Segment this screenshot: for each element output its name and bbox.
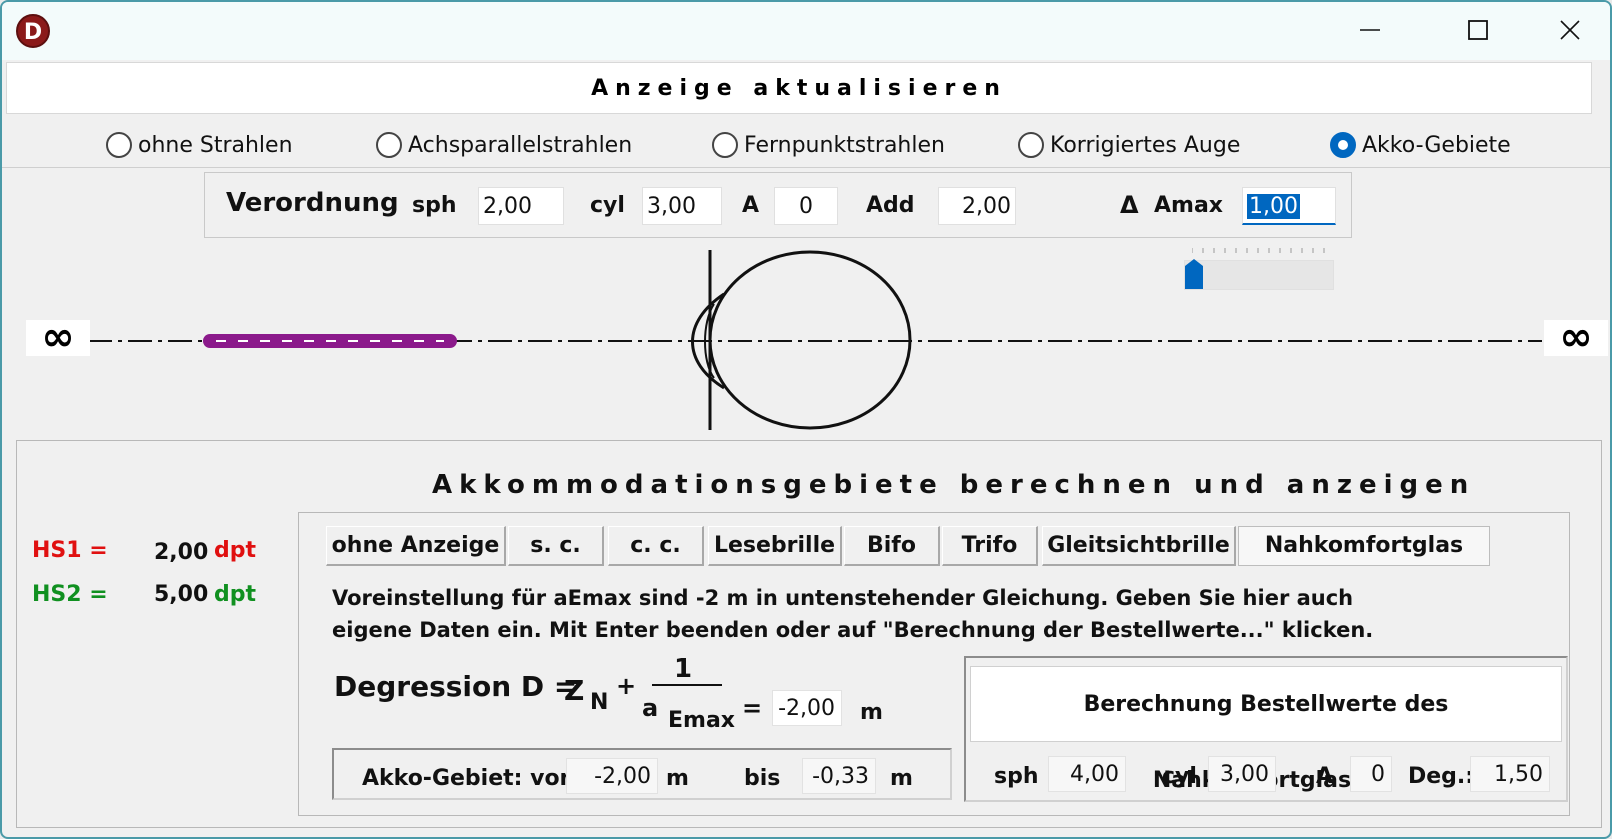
hs1-label: HS1 = xyxy=(32,538,108,563)
radio-label: ohne Strahlen xyxy=(138,132,293,158)
minimize-icon xyxy=(1360,29,1380,31)
radio-ohne-strahlen[interactable]: ohne Strahlen xyxy=(106,132,293,158)
akko-to-unit: m xyxy=(890,766,913,791)
radio-label: Fernpunktstrahlen xyxy=(744,132,945,158)
formula-z-subscript: N xyxy=(590,690,609,715)
close-button[interactable] xyxy=(1550,12,1590,48)
radio-circle-icon xyxy=(376,132,402,158)
app-logo-icon: D xyxy=(16,14,50,48)
application-window: D Anzeige aktualisieren ohne Strahlen Ac… xyxy=(0,0,1612,839)
update-display-button[interactable]: Anzeige aktualisieren xyxy=(6,62,1592,114)
akko-range-label: Akko-Gebiet: von xyxy=(362,766,576,791)
amax-selected-text: 1,00 xyxy=(1247,194,1300,219)
akko-from-unit: m xyxy=(666,766,689,791)
add-label: Add xyxy=(866,193,915,218)
formula-z: Z xyxy=(564,674,585,707)
divider xyxy=(2,167,1610,168)
minimize-button[interactable] xyxy=(1350,12,1390,48)
akko-section-heading: Akkommodationsgebiete berechnen und anze… xyxy=(432,470,1476,500)
cyl-input[interactable]: 3,00 xyxy=(642,187,722,225)
prescription-title: Verordnung xyxy=(226,188,399,218)
hs1-value: 2,00 xyxy=(154,540,209,565)
order-cyl-label: cyl xyxy=(1162,764,1197,789)
akko-to-value: -0,33 xyxy=(802,758,876,794)
tab-sc[interactable]: s. c. xyxy=(508,526,604,566)
cyl-label: cyl xyxy=(590,193,625,218)
order-degression-value: 1,50 xyxy=(1470,756,1550,792)
maximize-button[interactable] xyxy=(1458,12,1498,48)
akko-to-label: bis xyxy=(744,766,781,791)
tab-ohne-anzeige[interactable]: ohne Anzeige xyxy=(326,526,506,566)
ray-mode-radio-group: ohne Strahlen Achsparallelstrahlen Fernp… xyxy=(2,124,1610,168)
description-line-1: Voreinstellung für aEmax sind -2 m in un… xyxy=(332,586,1354,610)
akko-from-value: -2,00 xyxy=(566,758,658,794)
formula-plus: + xyxy=(616,672,637,700)
radio-fernpunktstrahlen[interactable]: Fernpunktstrahlen xyxy=(712,132,945,158)
axis-label: A xyxy=(742,193,760,218)
tab-bifo[interactable]: Bifo xyxy=(844,526,940,566)
maximize-icon xyxy=(1468,20,1488,40)
tab-nahkomfortglas[interactable]: Nahkomfortglas xyxy=(1238,526,1490,566)
description-text: Voreinstellung für aEmax sind -2 m in un… xyxy=(332,582,1373,646)
infinity-right-icon: ∞ xyxy=(1559,314,1593,360)
order-axis-label: A xyxy=(1316,764,1334,789)
infinity-right-marker: ∞ xyxy=(1544,314,1608,360)
order-sph-value: 4,00 xyxy=(1048,756,1126,792)
amax-label: Amax xyxy=(1154,193,1223,218)
tab-trifo[interactable]: Trifo xyxy=(942,526,1038,566)
radio-akko-gebiete[interactable]: Akko-Gebiete xyxy=(1330,132,1511,158)
formula-lhs: Degression D = xyxy=(334,670,578,703)
eye-diagram xyxy=(88,250,1542,430)
add-input[interactable]: 2,00 xyxy=(938,187,1016,225)
tab-lesebrille[interactable]: Lesebrille xyxy=(708,526,842,566)
sph-input[interactable]: 2,00 xyxy=(478,187,564,225)
radio-korrigiertes-auge[interactable]: Korrigiertes Auge xyxy=(1018,132,1240,158)
hs2-label: HS2 = xyxy=(32,582,108,607)
radio-circle-icon xyxy=(1018,132,1044,158)
amax-input[interactable]: 1,00 xyxy=(1242,187,1336,225)
hs1-unit: dpt xyxy=(214,538,257,563)
fraction-bar xyxy=(652,684,722,686)
tab-gleitsichtbrille[interactable]: Gleitsichtbrille xyxy=(1042,526,1236,566)
description-line-2: eigene Daten ein. Mit Enter beenden oder… xyxy=(332,618,1374,642)
radio-achsparallelstrahlen[interactable]: Achsparallelstrahlen xyxy=(376,132,632,158)
calculate-order-values-button[interactable]: Berechnung Bestellwerte des Nahkomfortgl… xyxy=(970,666,1562,793)
close-icon xyxy=(1560,20,1580,40)
infinity-left-marker: ∞ xyxy=(26,314,90,360)
order-degression-label: Deg.: xyxy=(1408,764,1475,789)
tab-cc[interactable]: c. c. xyxy=(608,526,704,566)
infinity-left-icon: ∞ xyxy=(41,314,75,360)
axis-input[interactable]: 0 xyxy=(774,187,838,225)
order-sph-label: sph xyxy=(994,764,1039,789)
radio-label: Korrigiertes Auge xyxy=(1050,132,1241,158)
hs2-unit: dpt xyxy=(214,582,257,607)
formula-denominator-sub: Emax xyxy=(668,708,735,733)
hs2-value: 5,00 xyxy=(154,582,209,607)
sph-label: sph xyxy=(412,193,457,218)
formula-denominator-a: a xyxy=(642,694,659,722)
formula-unit: m xyxy=(860,700,883,725)
radio-label: Achsparallelstrahlen xyxy=(408,132,633,158)
formula-numerator: 1 xyxy=(674,654,693,684)
radio-selected-icon xyxy=(1330,132,1356,158)
formula-equals: = xyxy=(742,694,763,722)
radio-circle-icon xyxy=(712,132,738,158)
radio-label: Akko-Gebiete xyxy=(1362,132,1511,158)
order-axis-value: 0 xyxy=(1350,756,1392,792)
delta-icon: Δ xyxy=(1120,191,1139,219)
title-bar: D xyxy=(2,2,1610,60)
aemax-input[interactable]: -2,00 xyxy=(772,690,842,726)
radio-circle-icon xyxy=(106,132,132,158)
order-cyl-value: 3,00 xyxy=(1208,756,1276,792)
